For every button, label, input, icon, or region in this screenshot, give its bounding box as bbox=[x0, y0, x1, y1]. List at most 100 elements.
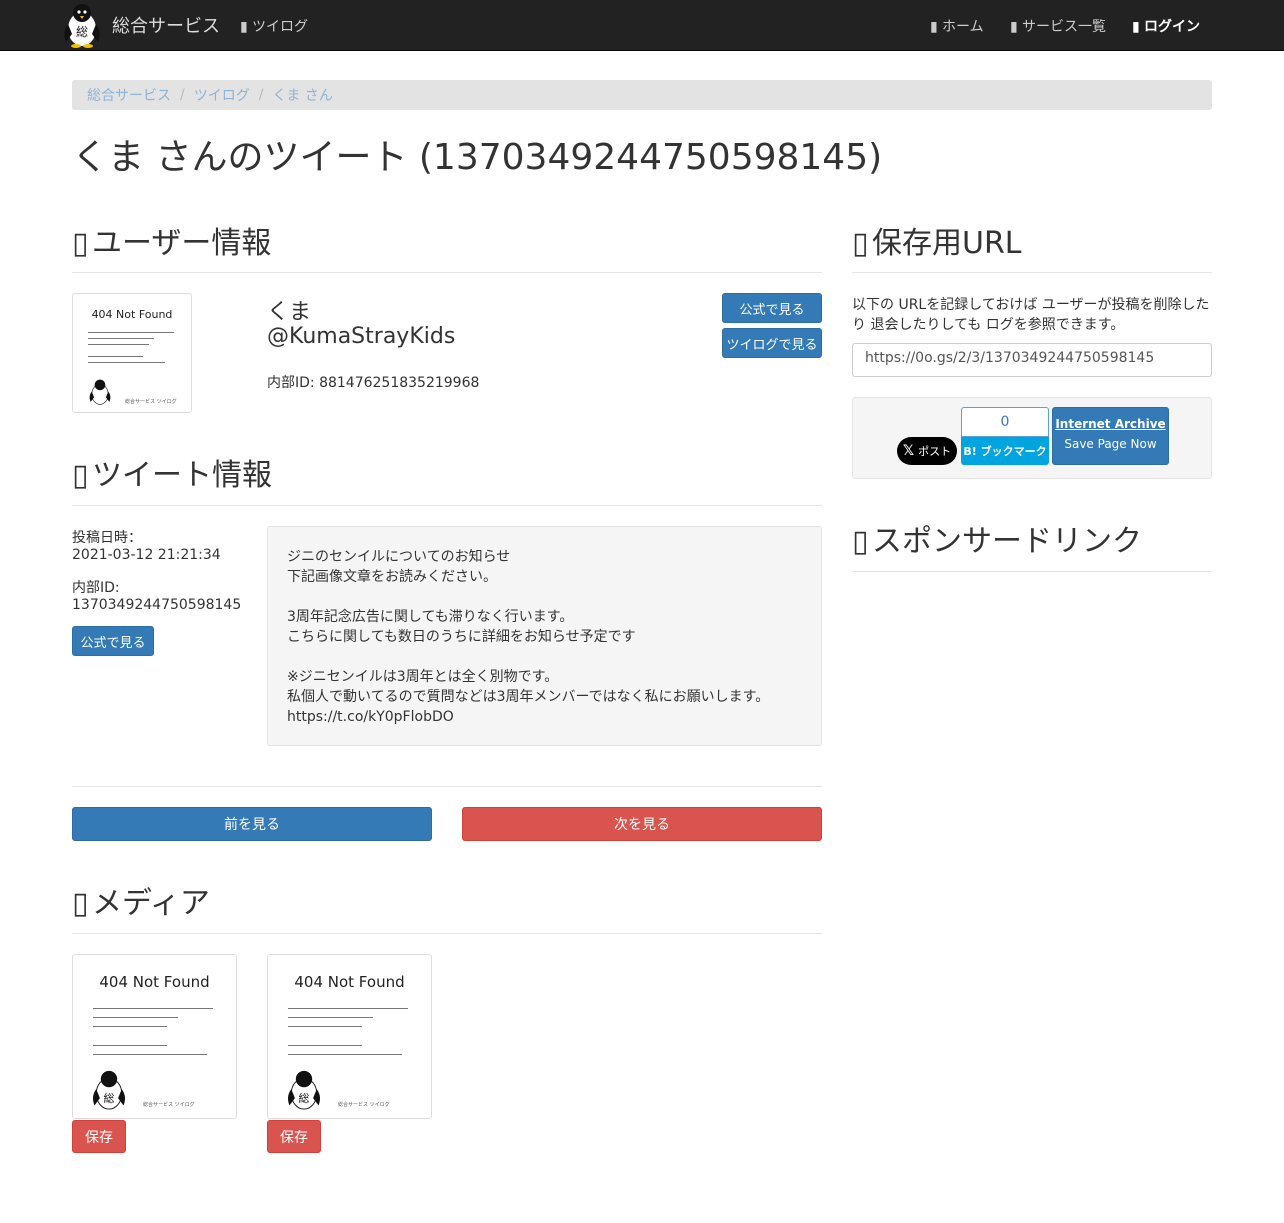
nav-home-label: ホーム bbox=[942, 19, 984, 35]
nav-login-label: ログイン bbox=[1144, 19, 1200, 35]
nav-twilog[interactable]: ▮ ツイログ bbox=[240, 16, 308, 36]
brand-name: 総合サービス bbox=[112, 16, 220, 37]
penguin-icon: 総 bbox=[93, 1070, 125, 1110]
breadcrumb: 総合サービス / ツイログ / くま さん bbox=[72, 80, 1212, 110]
breadcrumb-twilog[interactable]: ツイログ bbox=[194, 85, 250, 105]
nav-services-label: サービス一覧 bbox=[1022, 19, 1106, 35]
penguin-icon: 総 bbox=[288, 1070, 320, 1110]
not-found-image: 404 Not Found 総合サービス ツイログ bbox=[77, 298, 187, 408]
share-panel: 𝕏 ポスト 0 B! ブックマーク Internet Archive Save P… bbox=[852, 397, 1212, 479]
user-avatar: 404 Not Found 総合サービス ツイログ bbox=[72, 293, 192, 413]
svg-text:総: 総 bbox=[299, 1091, 310, 1105]
user-display-name: くま bbox=[267, 300, 312, 325]
divider bbox=[72, 505, 822, 506]
tweet-line: こちらに関しても数日のうちに詳細をお知らせ予定です bbox=[287, 629, 636, 645]
nav-home[interactable]: ▮ ホーム bbox=[930, 16, 984, 36]
save-url-description-2: り 退会したりしても ログを参照できます。 bbox=[852, 317, 1125, 333]
divider bbox=[852, 272, 1212, 273]
divider bbox=[852, 571, 1212, 572]
save-url-description-1: 以下の URLを記録しておけば ユーザーが投稿を削除した bbox=[852, 297, 1210, 313]
image-icon: ▯ bbox=[72, 886, 89, 921]
save-media-2-button[interactable]: 保存 bbox=[267, 1120, 321, 1153]
text-line bbox=[88, 362, 165, 363]
not-found-title: 404 Not Found bbox=[294, 973, 405, 991]
divider bbox=[72, 786, 822, 787]
tweet-id-value: 1370349244750598145 bbox=[72, 597, 242, 613]
penguin-logo-icon: 総 bbox=[64, 4, 100, 48]
divider bbox=[72, 272, 822, 273]
not-found-footer: 総合サービス ツイログ bbox=[125, 399, 177, 405]
text-line bbox=[92, 1054, 208, 1055]
posted-label: 投稿日時： bbox=[72, 530, 142, 546]
x-share-label: ポスト bbox=[918, 445, 952, 458]
top-navbar: 総 総合サービス ▮ ツイログ ▮ ホーム ▮ サービス一覧 ▮ ログイン bbox=[0, 0, 1284, 51]
user-internal-id: 内部ID: 881476251835219968 bbox=[267, 375, 480, 391]
not-found-title: 404 Not Found bbox=[91, 308, 173, 321]
hatena-count: 0 bbox=[961, 407, 1049, 437]
user-icon: ▯ bbox=[72, 226, 89, 261]
login-icon: ▮ bbox=[1132, 19, 1140, 35]
text-line bbox=[287, 1017, 373, 1018]
tweet-info-heading-text: ツイート情報 bbox=[92, 458, 272, 493]
text-line bbox=[287, 1008, 409, 1009]
tweet-info-heading: ▯ ツイート情報 bbox=[72, 450, 272, 494]
tweet-line bbox=[287, 647, 802, 667]
tweet-line: 3周年記念広告に関しても滞りなく行います。 bbox=[287, 609, 574, 625]
media-thumbnail-2[interactable]: 404 Not Found 総 総合サービス ツイログ bbox=[267, 954, 432, 1119]
text-line bbox=[92, 1017, 178, 1018]
breadcrumb-separator: / bbox=[258, 87, 264, 103]
brand-link[interactable]: 総 総合サービス bbox=[60, 0, 220, 50]
not-found-title: 404 Not Found bbox=[99, 973, 210, 991]
save-url-heading: ▯ 保存用URL bbox=[852, 218, 1022, 262]
internet-archive-button[interactable]: Internet Archive Save Page Now bbox=[1052, 407, 1169, 465]
save-url-input[interactable]: https://0o.gs/2/3/1370349244750598145 bbox=[852, 343, 1212, 377]
save-url-heading-text: 保存用URL bbox=[872, 226, 1022, 261]
prev-tweet-button[interactable]: 前を見る bbox=[72, 807, 432, 841]
sponsor-heading-text: スポンサードリンク bbox=[872, 524, 1142, 559]
tweet-view-official-button[interactable]: 公式で見る bbox=[72, 626, 154, 656]
user-info-heading: ▯ ユーザー情報 bbox=[72, 218, 271, 262]
x-logo-icon: 𝕏 bbox=[902, 443, 915, 459]
not-found-image: 404 Not Found 総 総合サービス ツイログ bbox=[272, 959, 427, 1114]
not-found-footer: 総合サービス ツイログ bbox=[143, 1102, 195, 1108]
next-tweet-button[interactable]: 次を見る bbox=[462, 807, 822, 841]
comment-icon: ▯ bbox=[72, 458, 89, 493]
tweet-link[interactable]: https://t.co/kY0pFlobDO bbox=[287, 707, 802, 727]
text-line bbox=[287, 1045, 362, 1046]
ia-title: Internet Archive bbox=[1055, 417, 1166, 431]
media-heading-text: メディア bbox=[92, 886, 210, 921]
home-icon: ▮ bbox=[930, 19, 938, 35]
sponsor-heading: ▯ スポンサードリンク bbox=[852, 516, 1142, 560]
text-line bbox=[88, 332, 174, 333]
svg-text:総: 総 bbox=[76, 25, 88, 39]
x-share-button[interactable]: 𝕏 ポスト bbox=[897, 437, 957, 465]
text-line bbox=[287, 1026, 362, 1027]
hatena-bookmark-button[interactable]: 0 B! ブックマーク bbox=[961, 407, 1049, 465]
bullhorn-icon: ▯ bbox=[852, 524, 869, 559]
nav-twilog-label: ツイログ bbox=[252, 19, 308, 35]
page-title: くま さんのツイート (1370349244750598145) bbox=[72, 137, 883, 178]
not-found-footer: 総合サービス ツイログ bbox=[338, 1102, 390, 1108]
breadcrumb-user[interactable]: くま さん bbox=[272, 85, 332, 105]
text-line bbox=[92, 1045, 167, 1046]
divider bbox=[72, 933, 822, 934]
link-icon: ▯ bbox=[852, 226, 869, 261]
text-line bbox=[92, 1026, 167, 1027]
tweet-line: 下記画像文章をお読みください。 bbox=[287, 569, 497, 585]
save-media-1-button[interactable]: 保存 bbox=[72, 1120, 126, 1153]
media-thumbnail-1[interactable]: 404 Not Found 総 総合サービス ツイログ bbox=[72, 954, 237, 1119]
nav-login[interactable]: ▮ ログイン bbox=[1132, 16, 1200, 36]
user-view-twilog-button[interactable]: ツイログで見る bbox=[722, 328, 822, 358]
text-line bbox=[88, 344, 149, 345]
media-heading: ▯ メディア bbox=[72, 878, 210, 922]
tweet-line: ※ジニセンイルは3周年とは全く別物です。 bbox=[287, 669, 559, 685]
list-icon: ▮ bbox=[1010, 19, 1018, 35]
twitter-icon: ▮ bbox=[240, 19, 248, 35]
text-line bbox=[92, 1008, 214, 1009]
breadcrumb-home[interactable]: 総合サービス bbox=[87, 85, 171, 105]
tweet-body: ジニのセンイルについてのお知らせ 下記画像文章をお読みください。 3周年記念広告… bbox=[267, 526, 822, 746]
nav-services[interactable]: ▮ サービス一覧 bbox=[1010, 16, 1106, 36]
text-line bbox=[287, 1054, 403, 1055]
hatena-label: B! ブックマーク bbox=[961, 437, 1049, 465]
user-view-official-button[interactable]: 公式で見る bbox=[722, 293, 822, 323]
